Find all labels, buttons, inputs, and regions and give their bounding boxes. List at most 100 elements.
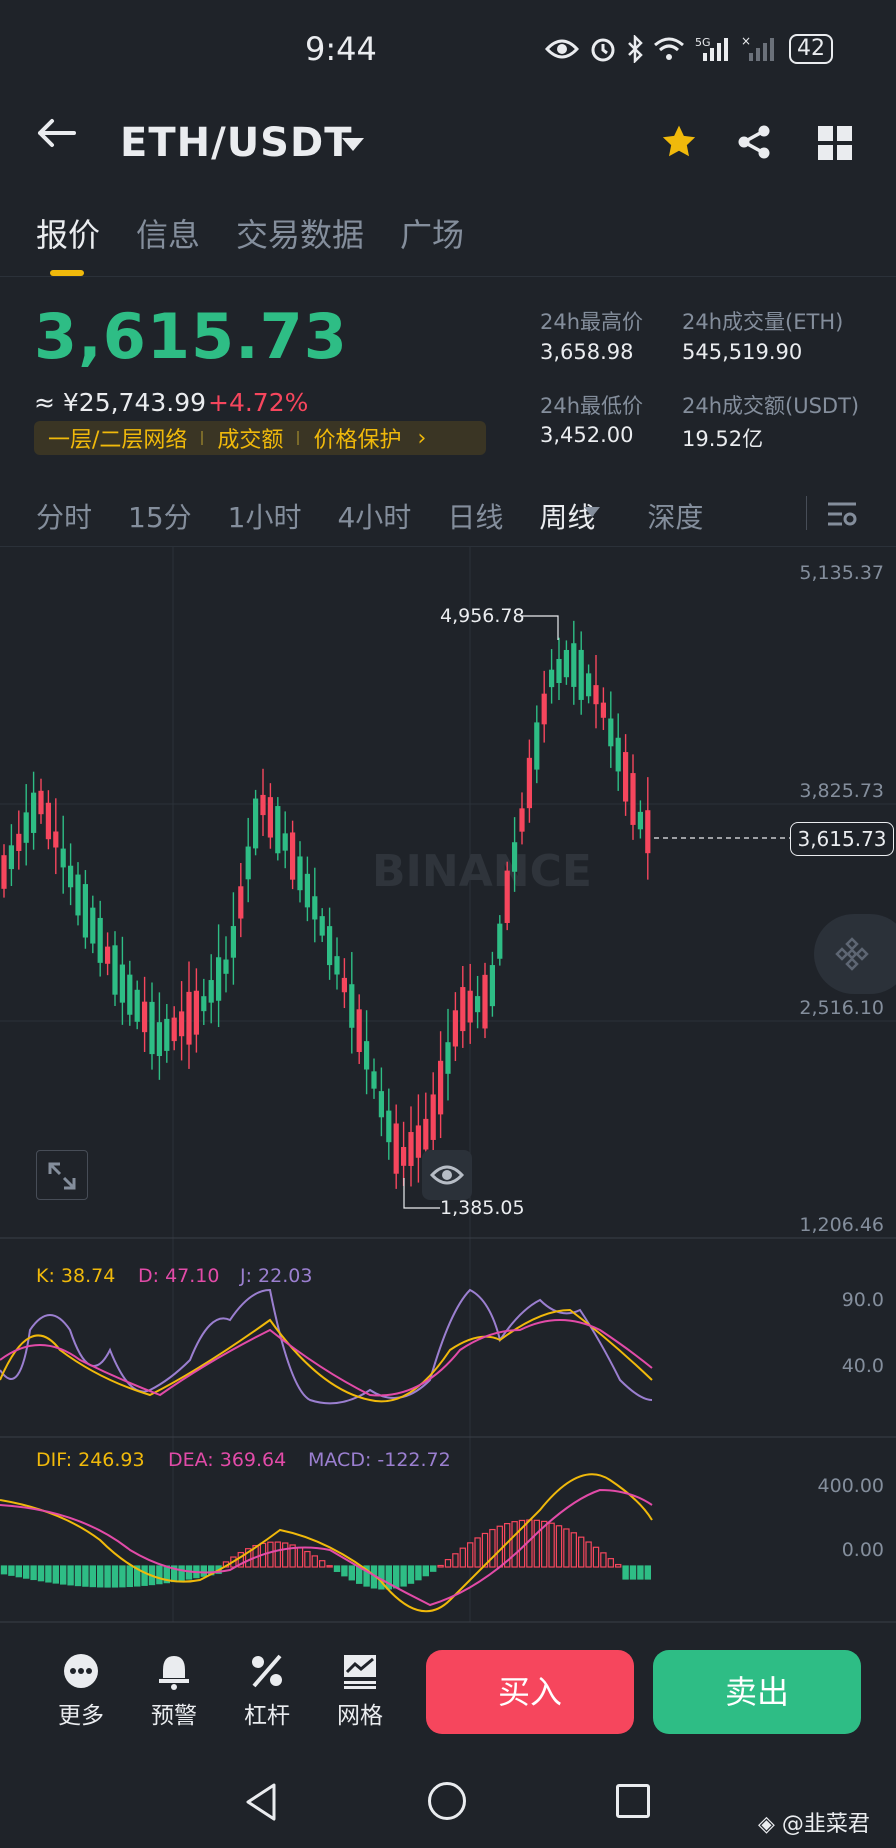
candle-body bbox=[245, 846, 251, 880]
macd-dif: DIF: 246.93 bbox=[36, 1449, 145, 1471]
candle-body bbox=[134, 989, 140, 1022]
chevron-right-icon: › bbox=[417, 425, 427, 451]
last-price: 3,615.73 bbox=[34, 300, 348, 373]
battery-indicator: 42 bbox=[789, 34, 833, 64]
candle-body bbox=[201, 996, 207, 1012]
candle-body bbox=[267, 797, 273, 838]
candle-body bbox=[556, 658, 562, 684]
kline-chart[interactable]: BINANCE 4,956.78 1,385.05 5,135.37 3,825… bbox=[0, 547, 896, 1623]
candle-body bbox=[519, 808, 525, 832]
trading-pair-title[interactable]: ETH/USDT bbox=[120, 120, 352, 166]
macd-bar bbox=[548, 1522, 555, 1568]
macd-bar bbox=[437, 1564, 444, 1568]
candle-body bbox=[364, 1041, 370, 1070]
tag-bar[interactable]: 一层/二层网络 成交额 价格保护 › bbox=[34, 421, 486, 455]
macd-bar bbox=[629, 1565, 637, 1580]
candle-body bbox=[541, 693, 547, 725]
macd-bar bbox=[341, 1565, 348, 1577]
signal-5g-status-icon: 5G bbox=[695, 36, 728, 61]
tab-info[interactable]: 信息 bbox=[136, 210, 200, 256]
tab-quote[interactable]: 报价 bbox=[36, 210, 100, 256]
kdj-d: D: 47.10 bbox=[138, 1265, 219, 1287]
macd-bar bbox=[400, 1565, 407, 1587]
candle-body bbox=[304, 873, 310, 908]
macd-axis-label: 0.00 bbox=[842, 1539, 884, 1561]
kdj-axis-label: 90.0 bbox=[842, 1289, 884, 1311]
interval-1d[interactable]: 日线 bbox=[447, 496, 503, 536]
more-button[interactable]: 更多 bbox=[41, 1652, 121, 1730]
candle-body bbox=[563, 649, 569, 678]
interval-dropdown-icon[interactable] bbox=[584, 507, 600, 517]
macd-bar bbox=[555, 1525, 563, 1568]
interval-depth[interactable]: 深度 bbox=[647, 496, 703, 536]
macd-bar bbox=[393, 1565, 400, 1589]
kdj-k-line bbox=[0, 1308, 653, 1403]
tag-volume[interactable]: 成交额 bbox=[217, 422, 283, 454]
candle-body bbox=[8, 845, 14, 870]
macd-axis-label: 400.00 bbox=[818, 1475, 884, 1497]
axis-label: 3,825.73 bbox=[799, 780, 884, 802]
macd-bar bbox=[607, 1558, 615, 1568]
back-arrow-icon[interactable] bbox=[36, 118, 76, 148]
buy-button[interactable]: 买入 bbox=[426, 1650, 634, 1734]
candle-body bbox=[497, 923, 503, 959]
nav-home-icon[interactable] bbox=[428, 1782, 466, 1820]
favorite-star-icon[interactable] bbox=[660, 124, 698, 160]
tag-layer-network[interactable]: 一层/二层网络 bbox=[48, 422, 187, 454]
fullscreen-button[interactable] bbox=[36, 1150, 88, 1200]
candle-body bbox=[53, 831, 59, 848]
tab-trading-data[interactable]: 交易数据 bbox=[236, 210, 364, 256]
stat-volume-label: 24h成交量(ETH) bbox=[682, 310, 844, 334]
toggle-visibility-button[interactable] bbox=[422, 1150, 472, 1200]
interval-4h[interactable]: 4小时 bbox=[337, 496, 411, 536]
nav-recent-icon[interactable] bbox=[616, 1784, 650, 1818]
share-icon[interactable] bbox=[736, 124, 772, 160]
candle-body bbox=[504, 870, 510, 923]
grid-trading-button[interactable]: 网格 bbox=[320, 1652, 400, 1730]
candle-body bbox=[571, 643, 577, 687]
nav-back-icon[interactable] bbox=[244, 1782, 278, 1822]
percent-icon bbox=[252, 1654, 282, 1688]
macd-bar bbox=[592, 1546, 600, 1568]
candle-body bbox=[630, 773, 636, 825]
candle-body bbox=[467, 990, 473, 1023]
kdj-j: J: 22.03 bbox=[239, 1265, 312, 1287]
candle-body bbox=[171, 1017, 177, 1042]
candle-body bbox=[334, 956, 340, 975]
alert-button[interactable]: 预警 bbox=[134, 1652, 214, 1730]
macd-bar bbox=[141, 1565, 148, 1586]
interval-time[interactable]: 分时 bbox=[36, 496, 92, 536]
signal-weak-status-icon: × bbox=[741, 35, 774, 61]
tab-square[interactable]: 广场 bbox=[400, 210, 464, 256]
candle-body bbox=[452, 1010, 458, 1047]
macd-bar bbox=[30, 1565, 37, 1581]
interval-1h[interactable]: 1小时 bbox=[228, 496, 302, 536]
macd-bar bbox=[274, 1541, 282, 1568]
interval-15m[interactable]: 15分 bbox=[128, 496, 192, 536]
candle-body bbox=[260, 794, 266, 816]
candle-body bbox=[341, 977, 347, 993]
leverage-button[interactable]: 杠杆 bbox=[227, 1652, 307, 1730]
status-icons: 5G × 42 bbox=[545, 34, 833, 64]
floating-binance-button[interactable] bbox=[814, 914, 896, 994]
sell-button[interactable]: 卖出 bbox=[653, 1650, 861, 1734]
candles-group bbox=[1, 620, 651, 1189]
candle-body bbox=[208, 980, 214, 1003]
binance-logo-icon bbox=[835, 937, 869, 971]
pair-dropdown-icon[interactable] bbox=[342, 138, 364, 151]
candle-body bbox=[75, 874, 81, 916]
kdj-k: K: 38.74 bbox=[36, 1265, 115, 1287]
macd-bar bbox=[45, 1565, 52, 1583]
candle-body bbox=[1, 855, 7, 889]
candle-body bbox=[460, 987, 466, 1032]
chart-settings-icon[interactable] bbox=[826, 498, 858, 530]
macd-bar bbox=[67, 1565, 74, 1586]
candle-body bbox=[119, 964, 125, 1003]
candle-body bbox=[142, 1001, 148, 1033]
tag-price-protection[interactable]: 价格保护 bbox=[313, 422, 401, 454]
candle-body bbox=[23, 812, 29, 843]
candle-body bbox=[149, 1001, 155, 1055]
grid-menu-icon[interactable] bbox=[818, 126, 852, 160]
binance-watermark: BINANCE bbox=[372, 846, 592, 897]
macd-bar bbox=[533, 1519, 541, 1568]
